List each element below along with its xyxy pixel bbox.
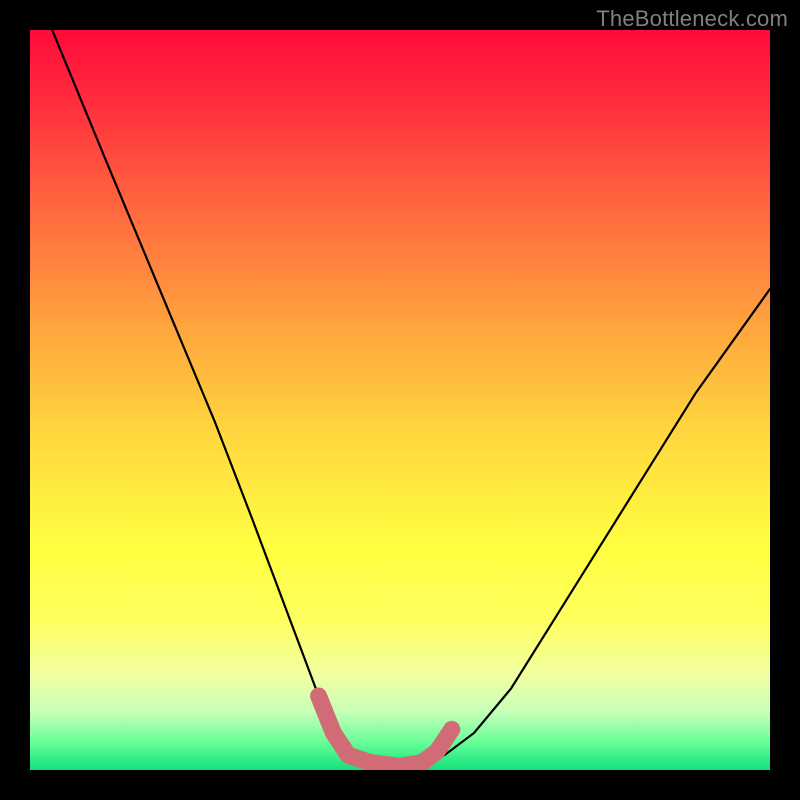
flat-zone-highlight	[30, 30, 770, 770]
chart-frame: TheBottleneck.com	[0, 0, 800, 800]
watermark-text: TheBottleneck.com	[596, 6, 788, 32]
